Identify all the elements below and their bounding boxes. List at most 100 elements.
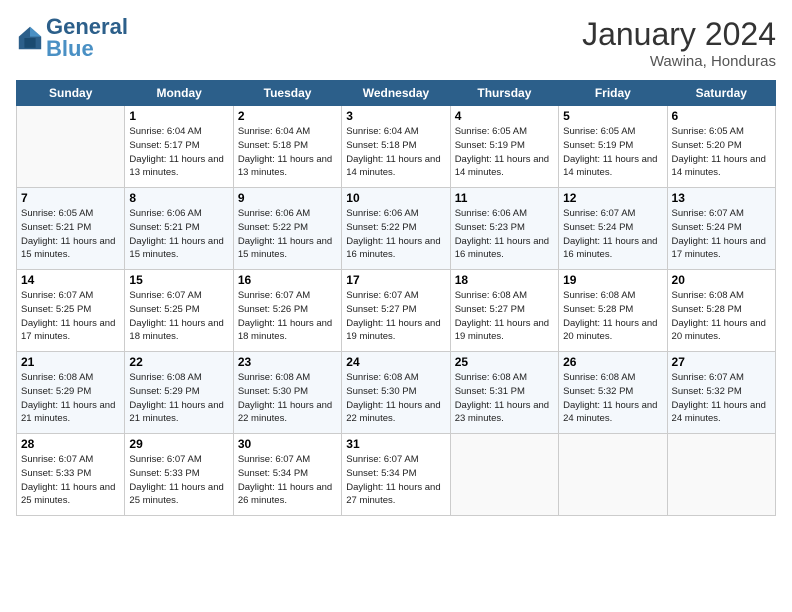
calendar-cell: 15 Sunrise: 6:07 AMSunset: 5:25 PMDaylig… (125, 270, 233, 352)
day-info: Sunrise: 6:08 AMSunset: 5:30 PMDaylight:… (346, 371, 445, 426)
day-number: 21 (21, 355, 120, 369)
calendar-cell: 12 Sunrise: 6:07 AMSunset: 5:24 PMDaylig… (559, 188, 667, 270)
day-number: 22 (129, 355, 228, 369)
day-number: 26 (563, 355, 662, 369)
day-info: Sunrise: 6:07 AMSunset: 5:25 PMDaylight:… (21, 289, 120, 344)
day-info: Sunrise: 6:07 AMSunset: 5:34 PMDaylight:… (346, 453, 445, 508)
month-title: January 2024 (582, 16, 776, 53)
day-number: 15 (129, 273, 228, 287)
calendar-cell: 4 Sunrise: 6:05 AMSunset: 5:19 PMDayligh… (450, 106, 558, 188)
day-number: 18 (455, 273, 554, 287)
logo-blue: Blue (46, 36, 94, 61)
day-number: 19 (563, 273, 662, 287)
col-friday: Friday (559, 81, 667, 106)
calendar-cell: 7 Sunrise: 6:05 AMSunset: 5:21 PMDayligh… (17, 188, 125, 270)
calendar-cell: 14 Sunrise: 6:07 AMSunset: 5:25 PMDaylig… (17, 270, 125, 352)
calendar-cell: 24 Sunrise: 6:08 AMSunset: 5:30 PMDaylig… (342, 352, 450, 434)
calendar-cell: 27 Sunrise: 6:07 AMSunset: 5:32 PMDaylig… (667, 352, 775, 434)
logo-icon (16, 24, 44, 52)
calendar-cell: 31 Sunrise: 6:07 AMSunset: 5:34 PMDaylig… (342, 434, 450, 516)
day-info: Sunrise: 6:08 AMSunset: 5:28 PMDaylight:… (672, 289, 771, 344)
day-info: Sunrise: 6:08 AMSunset: 5:32 PMDaylight:… (563, 371, 662, 426)
calendar-cell: 8 Sunrise: 6:06 AMSunset: 5:21 PMDayligh… (125, 188, 233, 270)
calendar-cell: 2 Sunrise: 6:04 AMSunset: 5:18 PMDayligh… (233, 106, 341, 188)
day-number: 4 (455, 109, 554, 123)
day-number: 12 (563, 191, 662, 205)
day-number: 16 (238, 273, 337, 287)
day-info: Sunrise: 6:04 AMSunset: 5:18 PMDaylight:… (238, 125, 337, 180)
calendar-cell: 6 Sunrise: 6:05 AMSunset: 5:20 PMDayligh… (667, 106, 775, 188)
calendar-cell: 26 Sunrise: 6:08 AMSunset: 5:32 PMDaylig… (559, 352, 667, 434)
week-row-1: 1 Sunrise: 6:04 AMSunset: 5:17 PMDayligh… (17, 106, 776, 188)
day-number: 6 (672, 109, 771, 123)
calendar-cell: 28 Sunrise: 6:07 AMSunset: 5:33 PMDaylig… (17, 434, 125, 516)
calendar-table: Sunday Monday Tuesday Wednesday Thursday… (16, 80, 776, 516)
col-sunday: Sunday (17, 81, 125, 106)
day-number: 7 (21, 191, 120, 205)
calendar-cell: 9 Sunrise: 6:06 AMSunset: 5:22 PMDayligh… (233, 188, 341, 270)
day-info: Sunrise: 6:06 AMSunset: 5:22 PMDaylight:… (346, 207, 445, 262)
col-thursday: Thursday (450, 81, 558, 106)
day-info: Sunrise: 6:07 AMSunset: 5:34 PMDaylight:… (238, 453, 337, 508)
page-header: General Blue January 2024 Wawina, Hondur… (16, 16, 776, 70)
day-number: 27 (672, 355, 771, 369)
calendar-body: 1 Sunrise: 6:04 AMSunset: 5:17 PMDayligh… (17, 106, 776, 516)
day-info: Sunrise: 6:07 AMSunset: 5:33 PMDaylight:… (21, 453, 120, 508)
week-row-2: 7 Sunrise: 6:05 AMSunset: 5:21 PMDayligh… (17, 188, 776, 270)
calendar-cell (667, 434, 775, 516)
day-number: 31 (346, 437, 445, 451)
week-row-4: 21 Sunrise: 6:08 AMSunset: 5:29 PMDaylig… (17, 352, 776, 434)
day-info: Sunrise: 6:08 AMSunset: 5:27 PMDaylight:… (455, 289, 554, 344)
day-info: Sunrise: 6:06 AMSunset: 5:21 PMDaylight:… (129, 207, 228, 262)
title-block: January 2024 Wawina, Honduras (582, 16, 776, 70)
calendar-cell (17, 106, 125, 188)
header-row: Sunday Monday Tuesday Wednesday Thursday… (17, 81, 776, 106)
day-info: Sunrise: 6:08 AMSunset: 5:28 PMDaylight:… (563, 289, 662, 344)
day-number: 13 (672, 191, 771, 205)
calendar-cell: 22 Sunrise: 6:08 AMSunset: 5:29 PMDaylig… (125, 352, 233, 434)
calendar-header: Sunday Monday Tuesday Wednesday Thursday… (17, 81, 776, 106)
calendar-cell: 30 Sunrise: 6:07 AMSunset: 5:34 PMDaylig… (233, 434, 341, 516)
calendar-cell: 21 Sunrise: 6:08 AMSunset: 5:29 PMDaylig… (17, 352, 125, 434)
day-number: 29 (129, 437, 228, 451)
calendar-cell (450, 434, 558, 516)
calendar-cell: 19 Sunrise: 6:08 AMSunset: 5:28 PMDaylig… (559, 270, 667, 352)
calendar-cell: 1 Sunrise: 6:04 AMSunset: 5:17 PMDayligh… (125, 106, 233, 188)
day-info: Sunrise: 6:08 AMSunset: 5:29 PMDaylight:… (21, 371, 120, 426)
day-info: Sunrise: 6:05 AMSunset: 5:19 PMDaylight:… (455, 125, 554, 180)
day-number: 2 (238, 109, 337, 123)
calendar-cell: 10 Sunrise: 6:06 AMSunset: 5:22 PMDaylig… (342, 188, 450, 270)
day-number: 17 (346, 273, 445, 287)
day-number: 1 (129, 109, 228, 123)
col-tuesday: Tuesday (233, 81, 341, 106)
logo-text: General Blue (46, 16, 128, 60)
day-number: 5 (563, 109, 662, 123)
calendar-cell: 29 Sunrise: 6:07 AMSunset: 5:33 PMDaylig… (125, 434, 233, 516)
day-info: Sunrise: 6:06 AMSunset: 5:23 PMDaylight:… (455, 207, 554, 262)
day-info: Sunrise: 6:05 AMSunset: 5:21 PMDaylight:… (21, 207, 120, 262)
calendar-cell (559, 434, 667, 516)
day-number: 28 (21, 437, 120, 451)
day-number: 30 (238, 437, 337, 451)
day-info: Sunrise: 6:08 AMSunset: 5:29 PMDaylight:… (129, 371, 228, 426)
day-info: Sunrise: 6:06 AMSunset: 5:22 PMDaylight:… (238, 207, 337, 262)
calendar-cell: 5 Sunrise: 6:05 AMSunset: 5:19 PMDayligh… (559, 106, 667, 188)
day-info: Sunrise: 6:07 AMSunset: 5:32 PMDaylight:… (672, 371, 771, 426)
day-number: 20 (672, 273, 771, 287)
day-number: 10 (346, 191, 445, 205)
day-info: Sunrise: 6:04 AMSunset: 5:18 PMDaylight:… (346, 125, 445, 180)
day-number: 23 (238, 355, 337, 369)
calendar-cell: 3 Sunrise: 6:04 AMSunset: 5:18 PMDayligh… (342, 106, 450, 188)
calendar-cell: 16 Sunrise: 6:07 AMSunset: 5:26 PMDaylig… (233, 270, 341, 352)
calendar-cell: 11 Sunrise: 6:06 AMSunset: 5:23 PMDaylig… (450, 188, 558, 270)
day-info: Sunrise: 6:07 AMSunset: 5:25 PMDaylight:… (129, 289, 228, 344)
day-number: 25 (455, 355, 554, 369)
week-row-3: 14 Sunrise: 6:07 AMSunset: 5:25 PMDaylig… (17, 270, 776, 352)
calendar-cell: 17 Sunrise: 6:07 AMSunset: 5:27 PMDaylig… (342, 270, 450, 352)
calendar-cell: 25 Sunrise: 6:08 AMSunset: 5:31 PMDaylig… (450, 352, 558, 434)
day-info: Sunrise: 6:05 AMSunset: 5:19 PMDaylight:… (563, 125, 662, 180)
day-number: 3 (346, 109, 445, 123)
day-info: Sunrise: 6:05 AMSunset: 5:20 PMDaylight:… (672, 125, 771, 180)
day-number: 24 (346, 355, 445, 369)
calendar-cell: 20 Sunrise: 6:08 AMSunset: 5:28 PMDaylig… (667, 270, 775, 352)
